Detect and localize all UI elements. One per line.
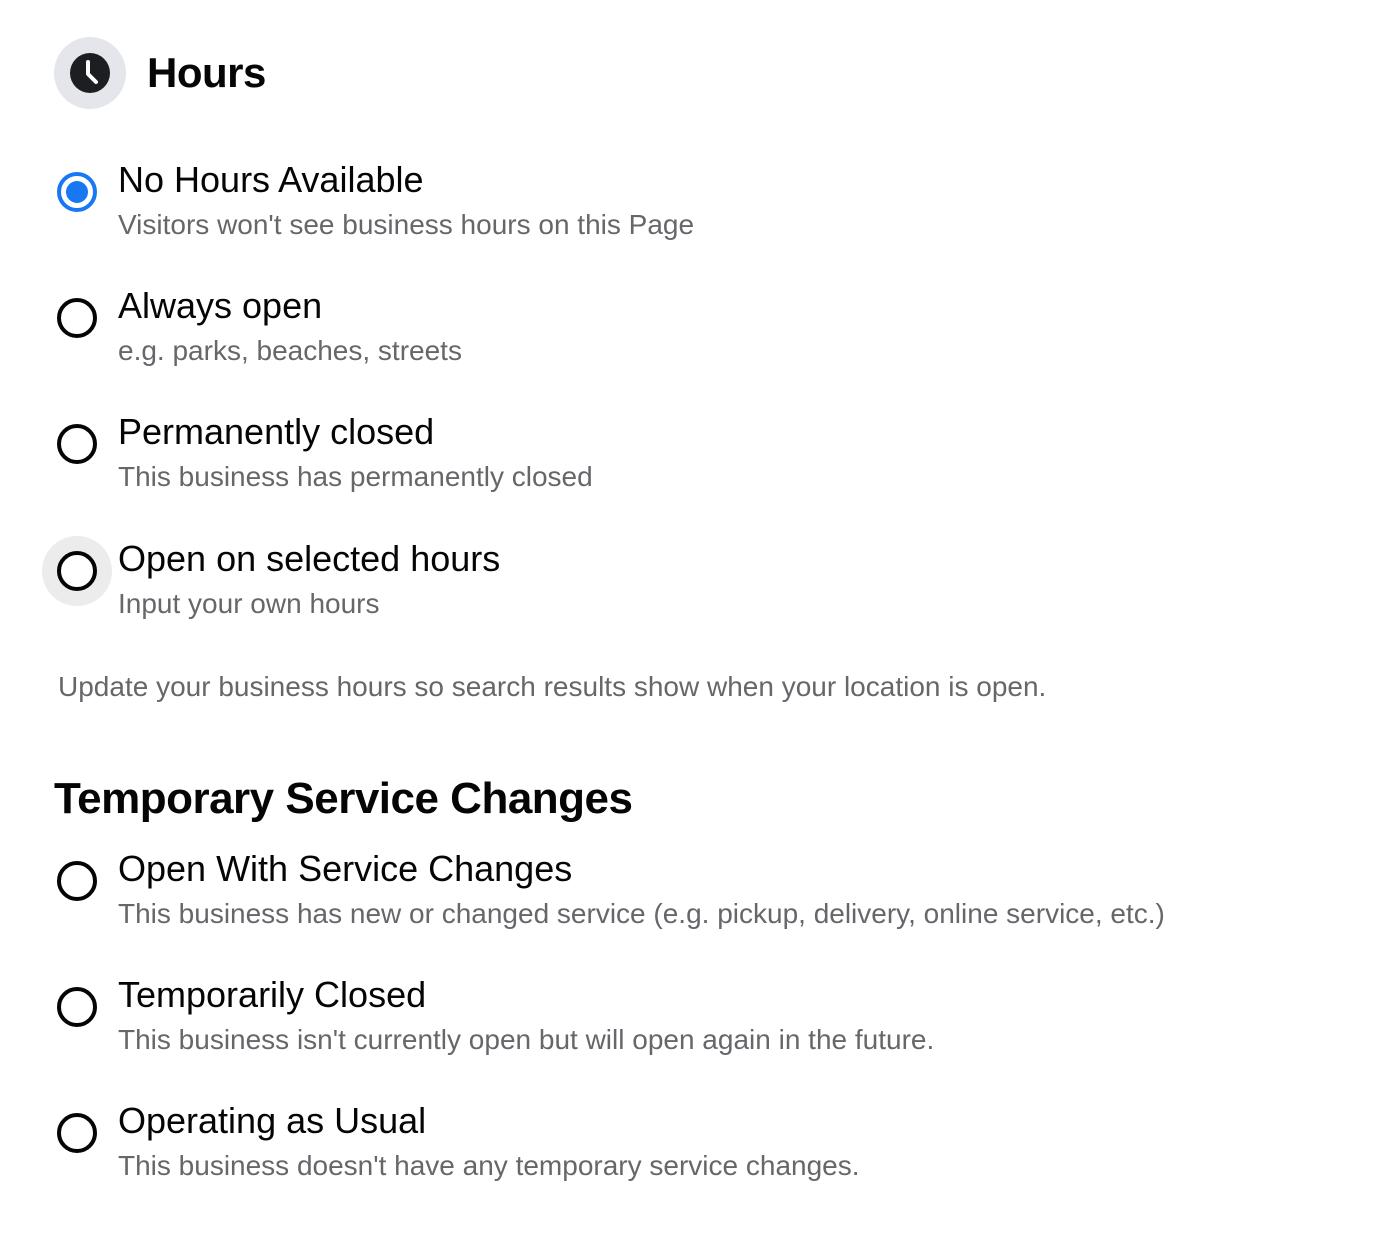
option-title: Permanently closed — [118, 411, 435, 452]
option-permanently-closed[interactable]: Permanently closed This business has per… — [0, 411, 1392, 516]
radio-temporarily-closed[interactable] — [57, 987, 97, 1027]
option-open-with-service-changes[interactable]: Open With Service Changes This business … — [0, 848, 1392, 953]
hours-header: Hours — [54, 37, 266, 109]
radio-permanently-closed[interactable] — [57, 424, 97, 464]
temporary-service-changes-heading: Temporary Service Changes — [54, 774, 633, 823]
option-open-on-selected-hours[interactable]: Open on selected hours Input your own ho… — [0, 536, 1392, 643]
option-no-hours-available[interactable]: No Hours Available Visitors won't see bu… — [0, 159, 1392, 264]
option-description: This business doesn't have any temporary… — [118, 1150, 860, 1181]
option-description: This business has permanently closed — [118, 461, 593, 492]
option-title: Operating as Usual — [118, 1100, 427, 1141]
radio-always-open[interactable] — [57, 298, 97, 338]
hours-help-text: Update your business hours so search res… — [58, 671, 1047, 702]
option-title: Open With Service Changes — [118, 848, 573, 889]
option-always-open[interactable]: Always open e.g. parks, beaches, streets — [0, 285, 1392, 390]
option-description: This business has new or changed service… — [118, 898, 1165, 929]
clock-icon-container — [54, 37, 126, 109]
hours-title: Hours — [147, 49, 266, 96]
option-description: e.g. parks, beaches, streets — [118, 335, 462, 366]
option-title: Open on selected hours — [118, 538, 501, 579]
radio-no-hours-available[interactable] — [57, 172, 97, 212]
option-operating-as-usual[interactable]: Operating as Usual This business doesn't… — [0, 1100, 1392, 1205]
radio-operating-as-usual[interactable] — [57, 1113, 97, 1153]
clock-icon — [70, 53, 110, 93]
radio-open-with-service-changes[interactable] — [57, 861, 97, 901]
option-title: No Hours Available — [118, 159, 424, 200]
option-temporarily-closed[interactable]: Temporarily Closed This business isn't c… — [0, 974, 1392, 1079]
option-description: Visitors won't see business hours on thi… — [118, 209, 695, 240]
option-title: Always open — [118, 285, 323, 326]
option-title: Temporarily Closed — [118, 974, 427, 1015]
option-description: Input your own hours — [118, 588, 380, 619]
radio-open-on-selected-hours[interactable] — [57, 551, 97, 591]
option-description: This business isn't currently open but w… — [118, 1024, 935, 1055]
